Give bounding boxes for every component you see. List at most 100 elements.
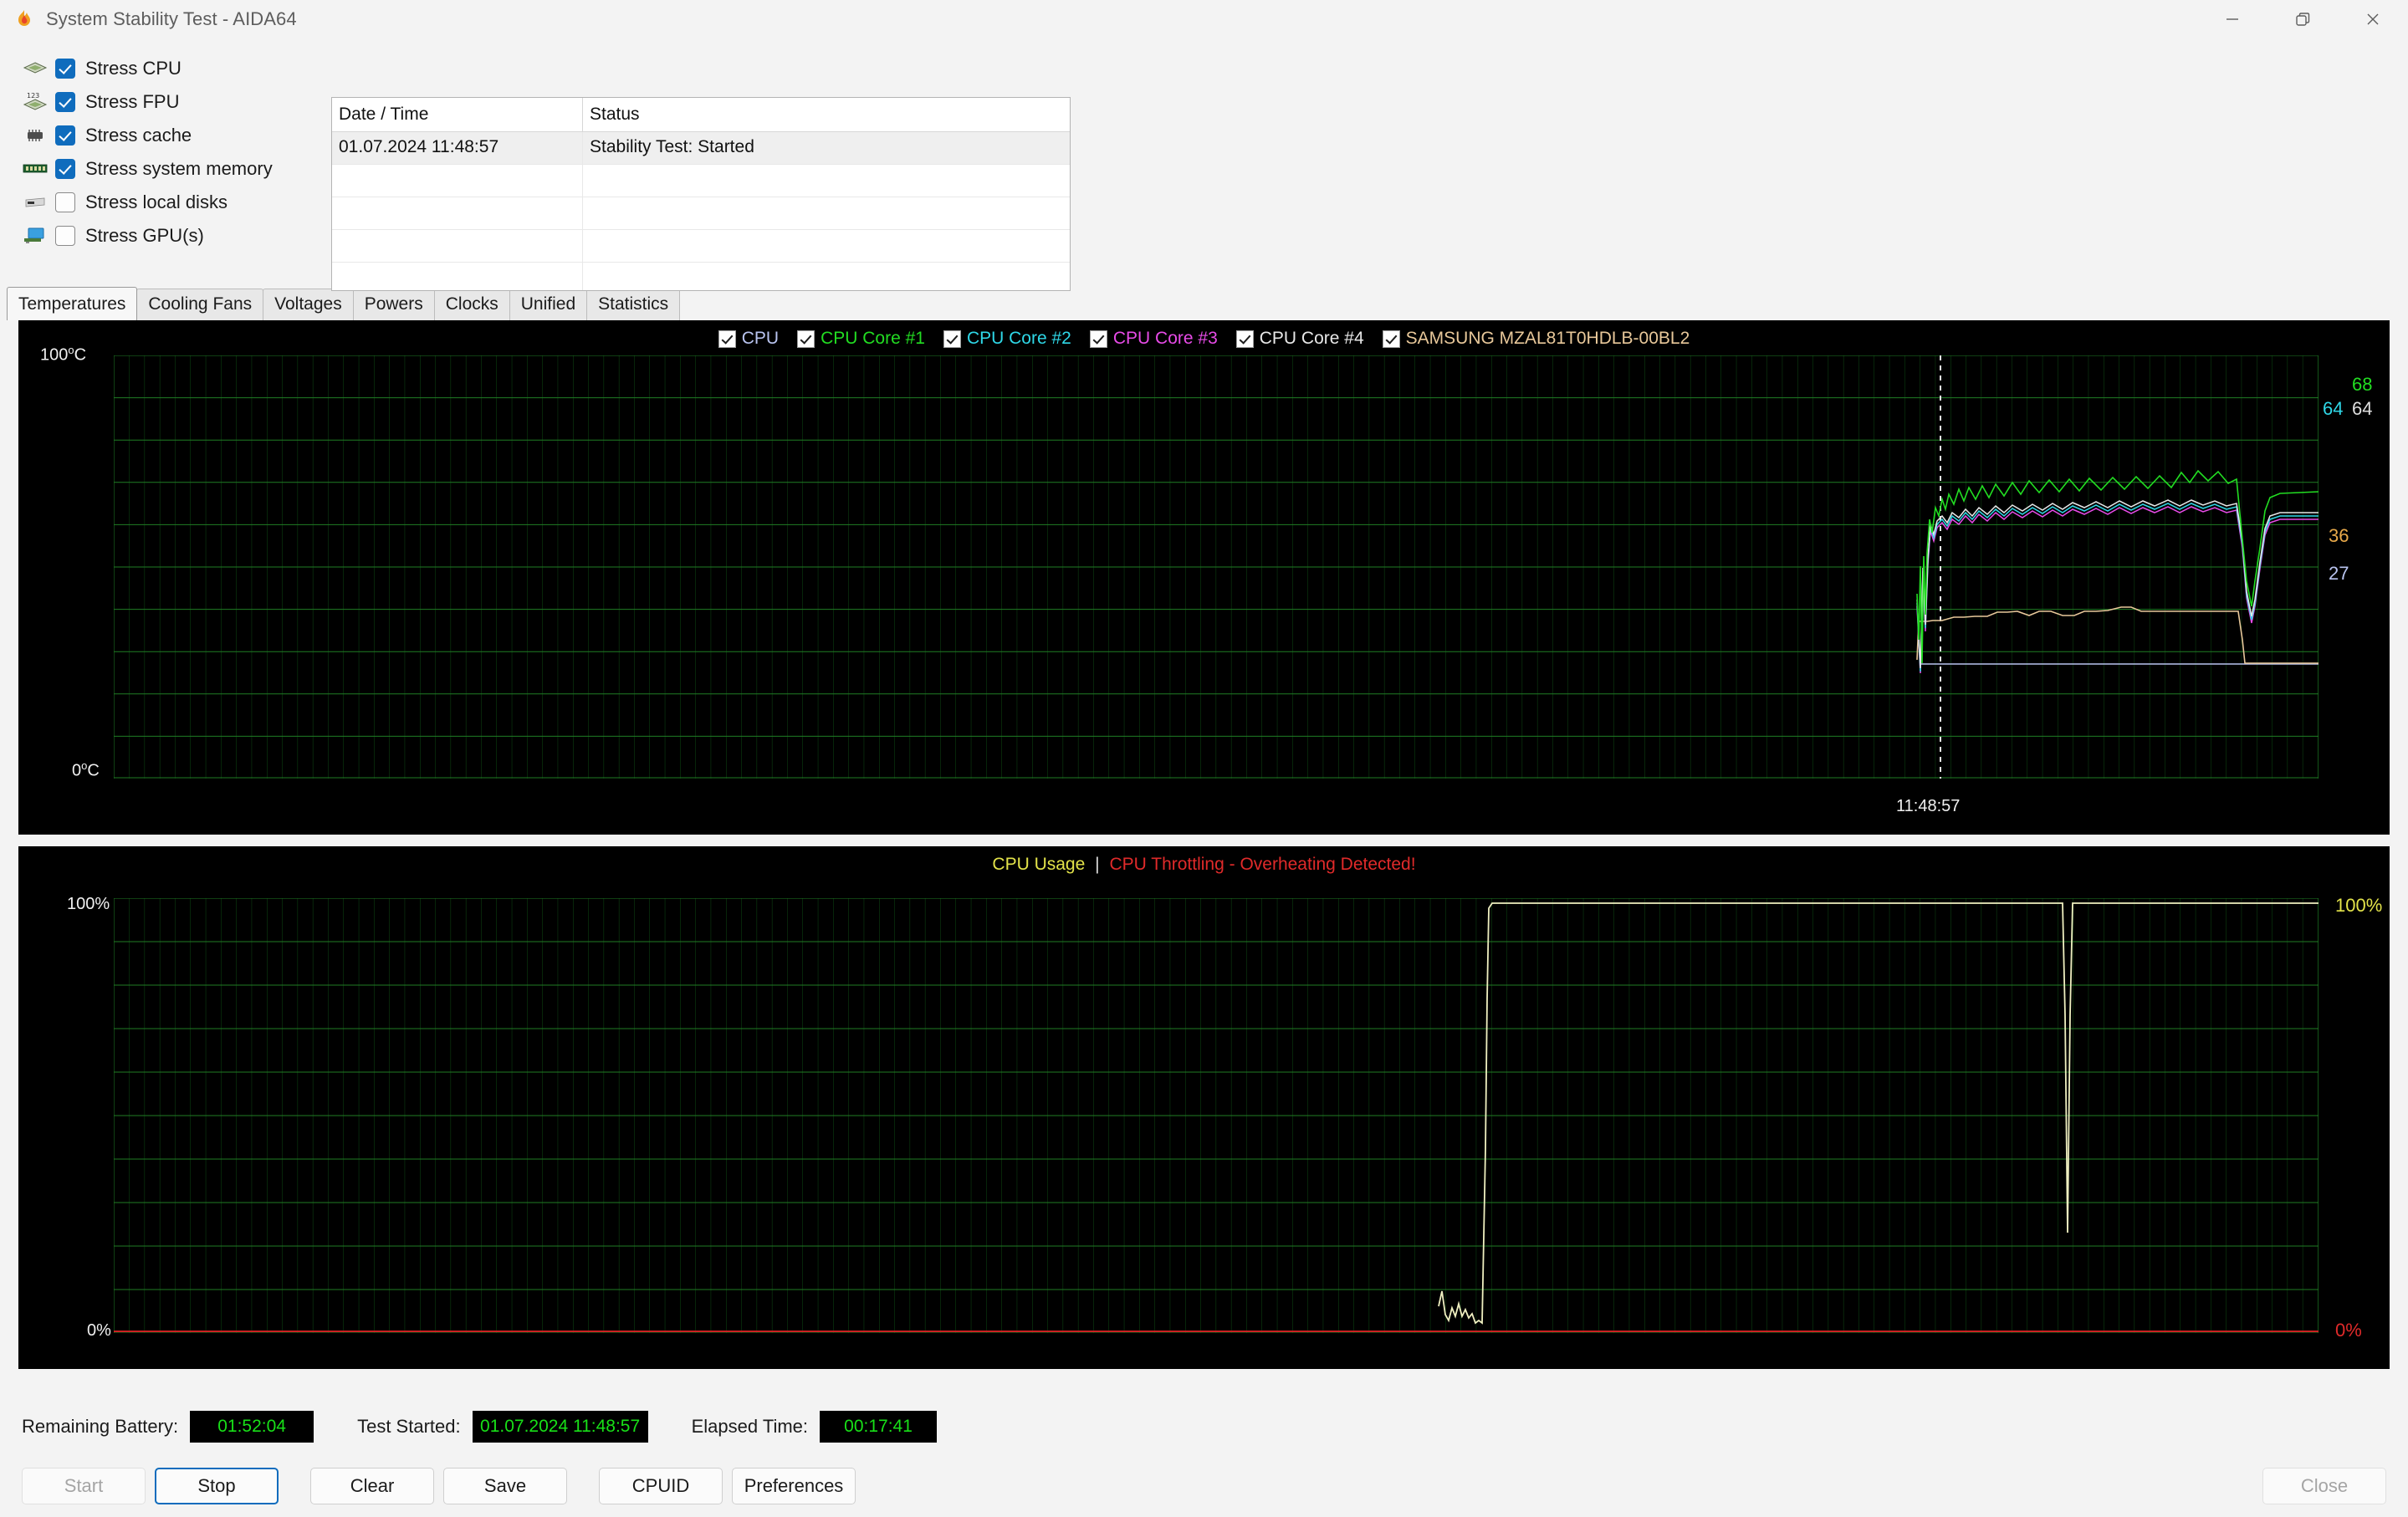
legend-label-cpu-core-1: CPU Core #1 [821,329,925,348]
cpu-usage-title-bar: CPU Usage | CPU Throttling - Overheating… [18,855,2390,875]
legend-checkbox-cpu-core-4[interactable] [1235,329,1254,348]
test-started-label: Test Started: [357,1416,461,1437]
maximize-button[interactable] [2267,0,2338,38]
cpu-throttling-warning: CPU Throttling - Overheating Detected! [1109,855,1416,874]
restore-icon [2296,13,2310,26]
preferences-button[interactable]: Preferences [732,1468,856,1504]
stress-option-gpu[interactable]: Stress GPU(s) [18,219,326,253]
cpuid-button[interactable]: CPUID [599,1468,723,1504]
chart-divider [18,835,2390,846]
legend-checkbox-cpu-core-2[interactable] [943,329,961,348]
stress-memory-checkbox[interactable] [55,159,75,179]
status-bar: Remaining Battery: 01:52:04 Test Started… [0,1398,2408,1455]
tab-powers[interactable]: Powers [352,289,435,320]
stress-gpu-label: Stress GPU(s) [85,225,204,246]
close-window-button[interactable] [2338,0,2408,38]
tab-cooling-fans[interactable]: Cooling Fans [136,289,264,320]
log-table-header: Date / Time Status [332,98,1070,132]
table-row[interactable]: 01.07.2024 11:48:57 Stability Test: Star… [332,132,1070,165]
stress-option-fpu[interactable]: 123 Stress FPU [18,85,326,119]
cpu-usage-title: CPU Usage [992,855,1086,874]
window-controls [2197,0,2408,38]
cache-chip-icon [18,121,52,150]
window-title: System Stability Test - AIDA64 [46,8,297,29]
legend-label-cpu: CPU [741,329,780,348]
log-row-status-text: Stability Test: Started [590,137,754,156]
top-pane: Stress CPU 123 Stress FPU Stress cache S… [0,38,2408,291]
minimize-button[interactable] [2197,0,2267,38]
log-col-datetime-text: Date / Time [339,105,429,124]
table-row[interactable] [332,165,1070,197]
log-cell-status: Stability Test: Started [583,132,1070,164]
legend-item-cpu-core-2[interactable]: CPU Core #2 [943,329,1071,349]
start-button[interactable]: Start [22,1468,146,1504]
temperature-plot [114,355,2319,779]
table-row[interactable] [332,263,1070,290]
legend-checkbox-cpu-core-3[interactable] [1089,329,1107,348]
log-column-header-status[interactable]: Status [583,98,1070,131]
log-cell-datetime [332,263,583,290]
stress-disks-checkbox[interactable] [55,192,75,212]
title-bar-left: System Stability Test - AIDA64 [0,8,297,30]
hard-disk-icon [18,188,52,217]
elapsed-time-value: 00:17:41 [820,1411,938,1443]
cpu-usage-chart-panel: CPU Usage | CPU Throttling - Overheating… [18,846,2390,1369]
log-column-header-datetime[interactable]: Date / Time [332,98,583,131]
stress-option-disks[interactable]: Stress local disks [18,186,326,219]
status-log-table[interactable]: Date / Time Status 01.07.2024 11:48:57 S… [331,97,1071,291]
temp-y-bottom-value: 0 [72,761,82,780]
test-started-value: 01.07.2024 11:48:57 [472,1411,648,1443]
log-row-datetime-text: 01.07.2024 11:48:57 [339,137,499,156]
temperature-chart-panel: CPU CPU Core #1 CPU Core #2 CPU Core #3 … [18,320,2390,835]
table-row[interactable] [332,230,1070,263]
table-row[interactable] [332,197,1070,230]
stress-option-cpu[interactable]: Stress CPU [18,52,326,85]
stop-button[interactable]: Stop [155,1468,279,1504]
legend-item-cpu-core-4[interactable]: CPU Core #4 [1235,329,1364,349]
save-button[interactable]: Save [443,1468,567,1504]
usage-y-top-right-label: 100% [2335,895,2383,916]
temp-value-samsung: 36 [2329,525,2349,546]
temp-y-bottom-unit: C [87,761,100,780]
tab-statistics[interactable]: Statistics [586,289,681,320]
remaining-battery-label: Remaining Battery: [22,1416,179,1437]
stress-cache-checkbox[interactable] [55,125,75,146]
legend-item-samsung-ssd[interactable]: SAMSUNG MZAL81T0HDLB-00BL2 [1382,329,1690,349]
stress-gpu-checkbox[interactable] [55,226,75,246]
tab-unified[interactable]: Unified [509,289,588,320]
stress-cache-label: Stress cache [85,125,192,146]
legend-checkbox-samsung-ssd[interactable] [1382,329,1400,348]
tab-temperatures[interactable]: Temperatures [7,287,138,320]
legend-checkbox-cpu-core-1[interactable] [797,329,815,348]
stress-option-cache[interactable]: Stress cache [18,119,326,152]
log-cell-status [583,230,1070,262]
stress-cpu-checkbox[interactable] [55,59,75,79]
flame-icon [13,8,35,30]
log-cell-datetime [332,165,583,197]
legend-item-cpu-core-1[interactable]: CPU Core #1 [797,329,925,349]
gpu-monitor-icon [18,222,52,250]
legend-checkbox-cpu[interactable] [718,329,736,348]
temp-value-core1: 68 [2352,374,2373,395]
fpu-chip-icon: 123 [18,88,52,116]
temp-value-core2: 64 [2323,398,2344,419]
remaining-battery-value: 01:52:04 [190,1411,314,1443]
legend-item-cpu-core-3[interactable]: CPU Core #3 [1089,329,1218,349]
stress-disks-label: Stress local disks [85,192,228,212]
tab-voltages[interactable]: Voltages [263,289,354,320]
stress-options-list: Stress CPU 123 Stress FPU Stress cache S… [0,38,326,285]
stress-option-memory[interactable]: Stress system memory [18,152,326,186]
log-cell-datetime [332,230,583,262]
clear-button[interactable]: Clear [310,1468,434,1504]
cpu-chip-icon [18,54,52,83]
close-button[interactable]: Close [2262,1468,2386,1504]
legend-label-samsung-ssd: SAMSUNG MZAL81T0HDLB-00BL2 [1405,329,1690,348]
cpu-usage-plot-svg [114,898,2319,1333]
temperature-chart-legend: CPU CPU Core #1 CPU Core #2 CPU Core #3 … [18,329,2390,349]
cpu-usage-plot [114,898,2319,1333]
legend-item-cpu[interactable]: CPU [718,329,779,349]
usage-y-top-left-label: 100% [67,895,110,913]
stress-fpu-checkbox[interactable] [55,92,75,112]
minimize-icon [2227,18,2238,20]
tab-clocks[interactable]: Clocks [433,289,510,320]
